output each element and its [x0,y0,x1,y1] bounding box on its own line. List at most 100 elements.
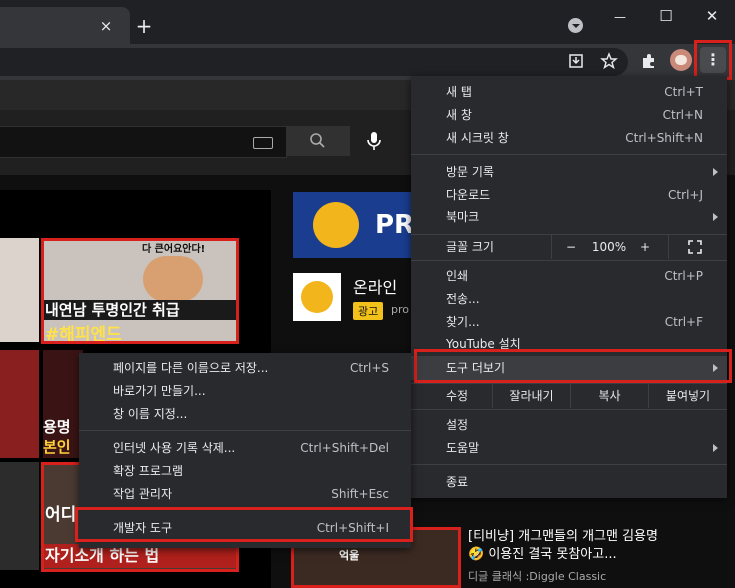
thumbnail-happy-end[interactable]: 다 큰어요안다! 내연남 투명인간 취급 #해피엔드 [43,238,239,345]
chevron-right-icon [713,444,718,452]
copy-button[interactable]: 복사 [571,385,648,407]
search-button[interactable] [286,126,350,156]
thumbnail-text-c: 어디 [45,505,77,525]
menu-item-downloads[interactable]: 다운로드 Ctrl+J [411,184,703,206]
chevron-right-icon [713,213,718,221]
menu-label: 확장 프로그램 [113,464,184,478]
keyboard-icon[interactable] [253,137,273,149]
menu-item-new-window[interactable]: 새 창 Ctrl+N [411,104,703,126]
chevron-right-icon [713,364,718,372]
ad-domain: pro [391,303,409,316]
thumbnail-left-3[interactable] [0,462,39,570]
video-thumbnail-text: 억울 [339,549,360,562]
menu-item-bookmarks[interactable]: 북마크 [411,206,727,228]
paste-button[interactable]: 붙여넣기 [649,385,727,407]
profile-avatar[interactable] [670,49,692,71]
menu-label: 창 이름 지정... [113,407,188,421]
thumbnail-left-2[interactable] [0,350,39,458]
ad-banner-text: PR [375,210,415,240]
menu-shortcut: Ctrl+Shift+I [316,521,389,535]
new-tab-button[interactable]: + [129,11,159,41]
menu-label: 다운로드 [446,188,491,202]
install-app-icon[interactable] [568,53,584,69]
menu-shortcut: Shift+Esc [331,487,389,501]
menu-shortcut: Ctrl+F [664,315,703,329]
chrome-menu-button[interactable]: ⋮ [700,47,726,73]
menu-label: 인쇄 [446,269,469,283]
menu-item-dev-tools[interactable]: 개발자 도구 Ctrl+Shift+I [79,517,389,539]
menu-label: 바로가기 만들기... [113,384,206,398]
ad-logo [313,202,359,248]
menu-label: 수정 [446,389,469,403]
chevron-down-icon [572,24,580,28]
search-input[interactable] [0,126,287,158]
menu-item-new-tab[interactable]: 새 탭 Ctrl+T [411,81,703,103]
tab-close-icon[interactable]: × [91,11,121,41]
thumbnail-face [143,256,203,302]
menu-item-create-shortcut[interactable]: 바로가기 만들기... [79,380,389,402]
menu-item-name-window[interactable]: 창 이름 지정... [79,403,389,425]
video-channel[interactable]: 디글 클래식 :Diggle Classic [468,568,606,584]
video-title[interactable]: [티비냥] 개그맨들의 개그맨 김용명🤣 이용진 결국 못참아고... [468,528,673,564]
menu-item-history[interactable]: 방문 기록 [411,161,727,183]
zoom-out-button[interactable]: − [561,236,581,258]
menu-label: 글꼴 크기 [446,240,494,254]
menu-item-exit[interactable]: 종료 [411,471,703,493]
menu-label: 인터넷 사용 기록 삭제... [113,441,236,455]
thumbnail-tag: #해피엔드 [45,325,122,345]
thumbnail-yongmyeong[interactable]: 용명 본인 [43,350,83,458]
thumbnail-left-1[interactable] [0,238,39,342]
fullscreen-icon[interactable] [688,240,702,254]
menu-label: 도움말 [446,441,480,455]
maximize-button[interactable]: ☐ [651,1,681,31]
bookmark-star-icon[interactable] [600,52,618,70]
menu-item-cast[interactable]: 전송... [411,288,703,310]
menu-item-more-tools[interactable]: 도구 더보기 [411,356,727,380]
cut-button[interactable]: 잘라내기 [493,385,570,407]
thumbnail-text-b: 본인 [43,438,71,456]
menu-label: 작업 관리자 [113,487,173,501]
close-window-button[interactable]: ✕ [697,1,727,31]
menu-item-print[interactable]: 인쇄 Ctrl+P [411,265,703,287]
zoom-in-button[interactable]: + [635,236,655,258]
menu-separator [79,430,411,431]
menu-shortcut: Ctrl+T [664,85,703,99]
menu-item-incognito[interactable]: 새 시크릿 창 Ctrl+Shift+N [411,127,703,149]
ad-banner[interactable]: PR [293,192,423,258]
menu-item-find[interactable]: 찾기... Ctrl+F [411,311,703,333]
thumbnail-title: 내연남 투명인간 취급 [43,300,239,320]
menu-shortcut: Ctrl+Shift+Del [300,441,389,455]
menu-item-settings[interactable]: 설정 [411,414,703,436]
menu-label: 설정 [446,418,469,432]
menu-shortcut: Ctrl+N [662,108,703,122]
zoom-level: 100% [591,240,627,254]
address-bar[interactable] [0,48,628,76]
menu-label: 새 탭 [446,85,472,99]
menu-shortcut: Ctrl+Shift+N [625,131,703,145]
menu-label: 북마크 [446,210,480,224]
ad-avatar[interactable] [293,273,341,321]
search-icon [310,133,325,148]
menu-item-clear-data[interactable]: 인터넷 사용 기록 삭제... Ctrl+Shift+Del [79,437,389,459]
chrome-main-menu: 새 탭 Ctrl+T 새 창 Ctrl+N 새 시크릿 창 Ctrl+Shift… [411,76,727,498]
menu-shortcut: Ctrl+J [668,188,703,202]
menu-item-save-page[interactable]: 페이지를 다른 이름으로 저장... Ctrl+S [79,357,389,379]
thumbnail-text-a: 용명 [43,418,71,436]
menu-label: 방문 기록 [446,165,494,179]
menu-label: 도구 더보기 [446,361,506,375]
ad-title[interactable]: 온라인 [353,274,397,298]
menu-item-extensions[interactable]: 확장 프로그램 [79,460,389,482]
extensions-puzzle-icon[interactable] [640,52,658,70]
microphone-icon[interactable] [366,131,382,151]
menu-item-install[interactable]: YouTube 설치 [411,333,703,355]
menu-label: 새 창 [446,108,472,122]
menu-item-task-manager[interactable]: 작업 관리자 Shift+Esc [79,483,389,505]
menu-separator [411,234,727,235]
minimize-button[interactable]: — [605,2,635,32]
menu-label: 페이지를 다른 이름으로 저장... [113,361,269,375]
tab-search-button[interactable] [568,18,583,33]
menu-separator [79,509,411,510]
menu-item-help[interactable]: 도움말 [411,437,727,459]
more-vert-icon: ⋮ [705,50,721,69]
menu-separator [411,464,727,465]
